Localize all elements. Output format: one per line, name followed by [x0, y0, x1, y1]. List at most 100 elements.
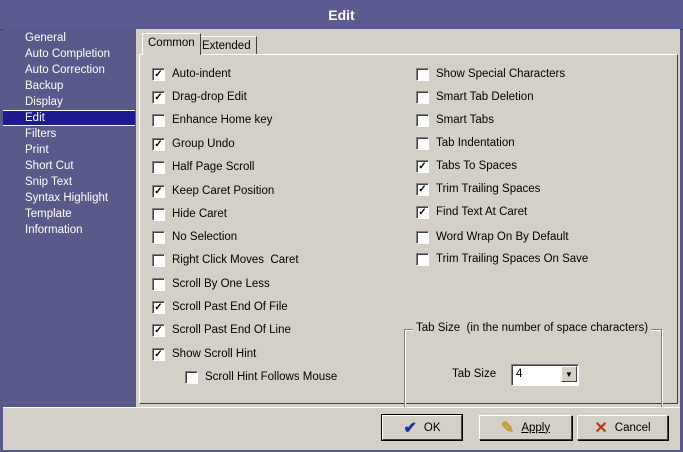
tab-size-group-title: Tab Size (in the number of space charact…: [413, 322, 652, 334]
ok-button[interactable]: ✔ OK: [381, 414, 463, 441]
checkbox-find-text-at-caret[interactable]: ✓ Find Text At Caret: [416, 204, 527, 220]
checkbox-box[interactable]: [416, 67, 429, 81]
checkbox-box[interactable]: [152, 230, 165, 244]
checkbox-enhance-home-key[interactable]: Enhance Home key: [152, 112, 272, 128]
tab-size-select[interactable]: 4 ▼: [511, 364, 579, 386]
checkbox-label: Hide Caret: [172, 208, 227, 220]
checkbox-box[interactable]: ✓: [416, 159, 429, 173]
checkbox-show-special-characters[interactable]: Show Special Characters: [416, 66, 565, 82]
cancel-button-label: Cancel: [614, 421, 651, 434]
tab-panel: ✓ Auto-indent ✓ Drag-drop Edit Enhance Hom…: [139, 54, 678, 411]
cancel-button[interactable]: ✕ Cancel: [577, 415, 668, 440]
checkbox-tabs-to-spaces[interactable]: ✓ Tabs To Spaces: [416, 158, 517, 174]
checkbox-label: Show Scroll Hint: [172, 348, 257, 360]
tab-size-value: 4: [516, 368, 523, 380]
ok-button-label: OK: [423, 421, 441, 434]
sidebar-item-backup[interactable]: Backup: [3, 78, 135, 94]
checkbox-box[interactable]: [416, 113, 429, 127]
window-title: Edit: [0, 0, 683, 30]
checkbox-box[interactable]: [416, 230, 429, 244]
checkbox-box[interactable]: [152, 160, 165, 174]
sidebar-item-auto-completion[interactable]: Auto Completion: [3, 46, 135, 62]
checkbox-box[interactable]: [152, 277, 165, 291]
checkbox-box[interactable]: [185, 370, 198, 384]
checkbox-box[interactable]: [416, 90, 429, 104]
checkbox-label: Keep Caret Position: [172, 185, 275, 197]
apply-button[interactable]: ✎ Apply: [479, 415, 572, 440]
checkbox-box[interactable]: [416, 136, 429, 150]
checkbox-scroll-hint-follows-mouse[interactable]: Scroll Hint Follows Mouse: [185, 369, 337, 385]
settings-content: Common Extended ✓ Auto-indent ✓ Drag-drop …: [136, 29, 680, 411]
sidebar-item-snip-text[interactable]: Snip Text: [3, 174, 135, 190]
checkbox-label: Find Text At Caret: [436, 206, 528, 218]
checkbox-trim-trailing-spaces-on-save[interactable]: Trim Trailing Spaces On Save: [416, 251, 588, 267]
checkbox-box[interactable]: ✓: [152, 67, 165, 81]
checkbox-label: Smart Tabs: [436, 114, 494, 126]
checkbox-label: Auto-indent: [172, 68, 231, 80]
checkbox-label: Right Click Moves Caret: [172, 254, 299, 266]
checkbox-box[interactable]: ✓: [416, 182, 429, 196]
checkbox-label: Tabs To Spaces: [436, 160, 517, 172]
checkbox-half-page-scroll[interactable]: Half Page Scroll: [152, 159, 254, 175]
sidebar-item-edit[interactable]: Edit: [3, 110, 135, 126]
sidebar-item-syntax-highlight[interactable]: Syntax Highlight: [3, 190, 135, 206]
checkbox-label: Tab Indentation: [436, 137, 515, 149]
checkbox-box[interactable]: ✓: [152, 184, 165, 198]
checkbox-label: Trim Trailing Spaces: [436, 183, 541, 195]
checkbox-label: Half Page Scroll: [172, 161, 255, 173]
checkbox-smart-tabs[interactable]: Smart Tabs: [416, 112, 494, 128]
checkbox-right-click-moves-caret[interactable]: Right Click Moves Caret: [152, 252, 299, 268]
sidebar-item-print[interactable]: Print: [3, 142, 135, 158]
checkbox-box[interactable]: ✓: [152, 300, 165, 314]
checkbox-auto-indent[interactable]: ✓ Auto-indent: [152, 66, 231, 82]
checkbox-scroll-by-one-less[interactable]: Scroll By One Less: [152, 276, 270, 292]
checkbox-trim-trailing-spaces[interactable]: ✓ Trim Trailing Spaces: [416, 181, 540, 197]
tab-extended[interactable]: Extended: [196, 36, 257, 55]
checkbox-smart-tab-deletion[interactable]: Smart Tab Deletion: [416, 89, 534, 105]
sidebar-item-template[interactable]: Template: [3, 206, 135, 222]
checkbox-box[interactable]: [416, 252, 429, 266]
checkbox-hide-caret[interactable]: Hide Caret: [152, 206, 227, 222]
checkbox-label: Scroll Past End Of File: [172, 301, 288, 313]
checkbox-keep-caret-position[interactable]: ✓ Keep Caret Position: [152, 183, 274, 199]
checkbox-word-wrap-on-by-default[interactable]: Word Wrap On By Default: [416, 229, 569, 245]
tab-common[interactable]: Common: [142, 33, 201, 55]
sidebar-item-filters[interactable]: Filters: [3, 126, 135, 142]
checkbox-label: Group Undo: [172, 138, 235, 150]
x-icon: ✕: [594, 419, 608, 437]
checkbox-box[interactable]: ✓: [416, 205, 429, 219]
checkbox-scroll-past-end-of-file[interactable]: ✓ Scroll Past End Of File: [152, 299, 288, 315]
tab-size-label: Tab Size: [452, 368, 497, 380]
sidebar-item-short-cut[interactable]: Short Cut: [3, 158, 135, 174]
checkbox-box[interactable]: ✓: [152, 137, 165, 151]
checkbox-label: Scroll By One Less: [172, 278, 270, 290]
checkbox-box[interactable]: [152, 207, 165, 221]
checkbox-label: Drag-drop Edit: [172, 91, 247, 103]
sidebar-item-general[interactable]: General: [3, 30, 135, 46]
sidebar-item-display[interactable]: Display: [3, 94, 135, 110]
checkbox-box[interactable]: ✓: [152, 323, 165, 337]
dialog-footer: ✔ OK ✎ Apply ✕ Cancel: [3, 407, 680, 450]
checkbox-drag-drop-edit[interactable]: ✓ Drag-drop Edit: [152, 89, 247, 105]
checkbox-label: Word Wrap On By Default: [436, 231, 569, 243]
sidebar-item-information[interactable]: Information: [3, 222, 135, 238]
checkbox-label: No Selection: [172, 231, 238, 243]
checkbox-box[interactable]: [152, 253, 165, 267]
checkbox-box[interactable]: ✓: [152, 347, 165, 361]
checkbox-label: Show Special Characters: [436, 68, 566, 80]
chevron-down-icon[interactable]: ▼: [561, 366, 577, 382]
sidebar-item-auto-correction[interactable]: Auto Correction: [3, 62, 135, 78]
checkbox-label: Scroll Hint Follows Mouse: [205, 371, 338, 383]
checkbox-show-scroll-hint[interactable]: ✓ Show Scroll Hint: [152, 346, 256, 362]
apply-button-label: Apply: [521, 421, 551, 434]
checkbox-scroll-past-end-of-line[interactable]: ✓ Scroll Past End Of Line: [152, 322, 291, 338]
checkbox-label: Trim Trailing Spaces On Save: [436, 253, 589, 265]
checkbox-box[interactable]: [152, 113, 165, 127]
pencil-check-icon: ✎: [500, 419, 515, 437]
check-icon: ✔: [403, 419, 417, 437]
checkbox-label: Enhance Home key: [172, 114, 273, 126]
checkbox-tab-indentation[interactable]: Tab Indentation: [416, 135, 515, 151]
checkbox-group-undo[interactable]: ✓ Group Undo: [152, 136, 235, 152]
checkbox-no-selection[interactable]: No Selection: [152, 229, 237, 245]
checkbox-box[interactable]: ✓: [152, 90, 165, 104]
